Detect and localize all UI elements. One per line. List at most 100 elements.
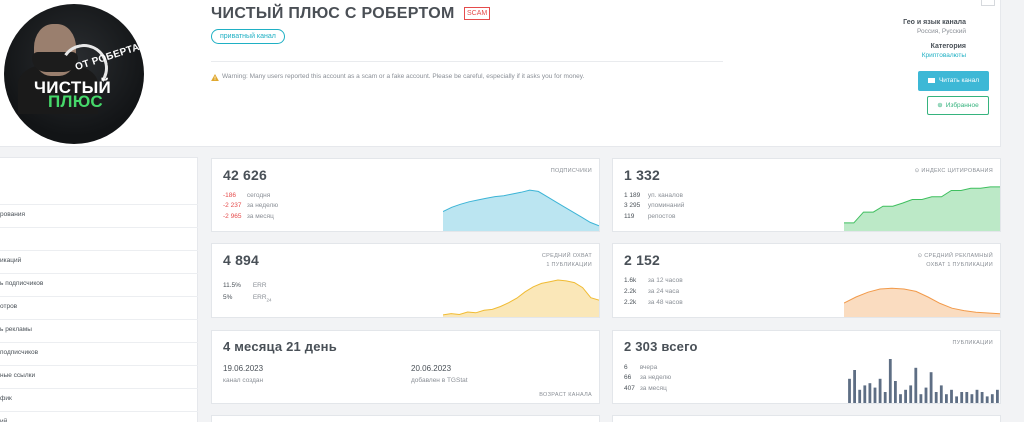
sidebar-item-6[interactable]: ь рекламы	[0, 319, 198, 342]
posts-sparkline-bar	[965, 392, 969, 403]
ad-reach-24h-label: за 24 часа	[647, 288, 680, 295]
avatar-logo-line2: ПЛЮС	[48, 92, 103, 111]
citation-mentions-label: упоминаний	[647, 202, 685, 209]
subscribers-today-value: -186	[223, 192, 237, 199]
sidebar-item-2[interactable]	[0, 227, 198, 250]
posts-sparkline-bar	[970, 394, 974, 403]
posts-sparkline-bar	[996, 389, 999, 403]
reach-card[interactable]: 4 894 СРЕДНИЙ ОХВАТ 1 ПУБЛИКАЦИИ 11.5% E…	[211, 243, 600, 318]
subscribers-today-label: сегодня	[246, 192, 271, 199]
posts-sparkline-bar	[888, 359, 892, 403]
posts-sparkline-bar	[955, 396, 958, 403]
posts-sparkline-bar	[914, 367, 918, 403]
err24-row: 5% ERR24	[223, 294, 272, 302]
citation-caption-text: ИНДЕКС ЦИТИРОВАНИЯ	[921, 168, 993, 174]
subscribers-week-value: -2 237	[223, 202, 242, 209]
posts-month-value: 407	[624, 385, 635, 392]
sidebar-item-9[interactable]: фик	[0, 388, 198, 411]
reach-chart	[443, 279, 599, 317]
posts-sparkline-bar	[990, 394, 994, 403]
sidebar-item-8[interactable]: ные ссылки	[0, 365, 198, 388]
posts-sparkline-bar	[848, 378, 851, 403]
scam-badge: SCAM	[464, 7, 491, 20]
private-channel-badge[interactable]: приватный канал	[211, 29, 285, 44]
posts-sparkline-bar	[899, 394, 902, 403]
citation-reposts-value: 119	[624, 213, 635, 220]
posts-sparkline-bar	[904, 389, 907, 403]
reach-sparkline-area	[443, 280, 599, 317]
posts-chart	[848, 359, 999, 403]
posts-month-row: 407 за месяц	[624, 385, 667, 392]
channel-age-card[interactable]: 4 месяца 21 день 19.06.2023 канал создан…	[211, 330, 600, 404]
sidebar-item-4[interactable]: ь подписчиков	[0, 273, 198, 296]
citation-mentions-value: 3 295	[624, 202, 641, 209]
posts-sparkline-bar	[934, 392, 938, 403]
sidebar-item-10[interactable]: ий	[0, 411, 198, 422]
err24-value: 5%	[223, 294, 233, 301]
read-channel-label: Читать канал	[938, 77, 980, 84]
ad-reach-caption-1-text: СРЕДНИЙ РЕКЛАМНЫЙ	[924, 253, 993, 259]
posts-sparkline-bar	[939, 385, 943, 403]
ad-reach-chart	[844, 287, 1000, 317]
subscribers-today-row: -186 сегодня	[223, 192, 270, 199]
sidebar-item-3[interactable]: икаций	[0, 250, 198, 273]
posts-sparkline-bar	[853, 370, 856, 403]
ad-reach-card[interactable]: 2 152 ⊙ СРЕДНИЙ РЕКЛАМНЫЙ ОХВАТ 1 ПУБЛИК…	[612, 243, 1001, 318]
err-value: 11.5%	[223, 282, 241, 289]
ad-reach-12h-label: за 12 часов	[647, 277, 683, 284]
posts-month-label: за месяц	[639, 385, 667, 392]
next-card-right	[612, 415, 1001, 422]
posts-sparkline-bar	[883, 392, 887, 403]
citation-mentions-row: 3 295 упоминаний	[624, 202, 684, 209]
posts-card[interactable]: 2 303 всего ПУБЛИКАЦИИ 6 вчера 66 за нед…	[612, 330, 1001, 404]
sidebar-item-5[interactable]: отров	[0, 296, 198, 319]
subscribers-sparkline-area	[443, 190, 599, 231]
posts-sparkline-bar	[945, 394, 948, 403]
posts-sparkline-bar	[929, 372, 933, 403]
channel-age-caption: ВОЗРАСТ КАНАЛА	[539, 392, 592, 398]
category-link[interactable]: Криптовалюты	[826, 52, 966, 59]
citation-channels-value: 1 189	[624, 192, 641, 199]
posts-sparkline-bar	[863, 385, 867, 403]
posts-sparkline-bar	[975, 389, 979, 403]
subscribers-week-row: -2 237 за неделю	[223, 202, 278, 209]
citation-caption: ⊙ ИНДЕКС ЦИТИРОВАНИЯ	[915, 168, 993, 174]
favorite-label: Избранное	[945, 102, 979, 109]
citation-reposts-label: репостов	[647, 213, 676, 220]
subscribers-chart	[443, 189, 599, 231]
sidebar-item-7[interactable]: подписчиков	[0, 342, 198, 365]
subscribers-week-label: за неделю	[246, 202, 279, 209]
channel-header: ОТ РОБЕРТА ЧИСТЫЙ ПЛЮС ЧИСТЫЙ ПЛЮС С РОБ…	[0, 0, 1001, 147]
sidebar-item-1[interactable]: рования	[0, 204, 198, 227]
posts-sparkline-bar	[919, 394, 923, 403]
err24-label: ERR	[252, 294, 267, 301]
next-card-left	[211, 415, 600, 422]
ad-reach-48h-value: 2.2k	[624, 299, 637, 306]
read-channel-button[interactable]: Читать канал	[918, 71, 989, 91]
ad-reach-24h-value: 2.2k	[624, 288, 637, 295]
posts-week-row: 66 за неделю	[624, 374, 671, 381]
posts-week-value: 66	[624, 374, 632, 381]
subscribers-card[interactable]: 42 626 ПОДПИСЧИКИ -186 сегодня -2 237 за…	[211, 158, 600, 232]
header-corner-button[interactable]	[981, 0, 995, 6]
reach-caption-2: 1 ПУБЛИКАЦИИ	[546, 262, 592, 268]
subscribers-count: 42 626	[223, 167, 268, 183]
favorite-button[interactable]: ⊕ Избранное	[927, 96, 989, 115]
posts-sparkline-bar	[960, 392, 964, 403]
ad-reach-value: 2 152	[624, 252, 661, 268]
sidebar-item-0[interactable]	[0, 158, 198, 181]
citation-chart	[844, 186, 1000, 231]
citation-card[interactable]: 1 332 ⊙ ИНДЕКС ЦИТИРОВАНИЯ 1 189 уп. кан…	[612, 158, 1001, 232]
added-date: 20.06.2023	[411, 364, 452, 373]
created-date: 19.06.2023	[223, 364, 264, 373]
citation-reposts-row: 119 репостов	[624, 213, 675, 220]
subscribers-caption: ПОДПИСЧИКИ	[550, 168, 592, 174]
reach-caption-1: СРЕДНИЙ ОХВАТ	[541, 253, 592, 259]
geo-value: Россия, Русский	[916, 28, 966, 35]
book-icon	[927, 77, 935, 83]
err24-subscript: 24	[266, 297, 272, 303]
ad-reach-24h-row: 2.2k за 24 часа	[624, 288, 679, 295]
ad-reach-caption-2: ОХВАТ 1 ПУБЛИКАЦИИ	[926, 262, 993, 268]
ad-reach-48h-label: за 48 часов	[647, 299, 683, 306]
warning-icon	[211, 74, 219, 81]
